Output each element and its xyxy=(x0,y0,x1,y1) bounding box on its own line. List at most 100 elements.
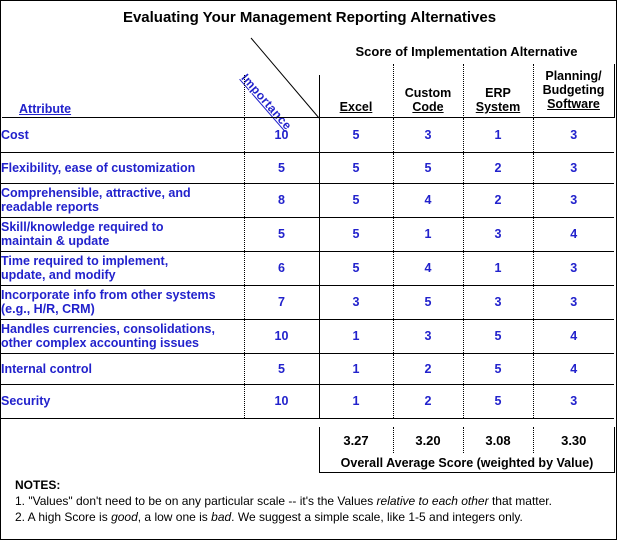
row-score-erp-system: 5 xyxy=(462,319,533,354)
importance-diagonal-header: Importance xyxy=(238,31,326,133)
total-custom-code: 3.20 xyxy=(392,427,463,453)
row-importance-value: 6 xyxy=(243,251,319,286)
row-score-custom-code: 5 xyxy=(392,152,463,184)
row-score-excel: 5 xyxy=(318,251,393,286)
scoring-table-body: Cost 10 5 3 1 3 Flexibility, ease of customiza… xyxy=(1,118,614,419)
row-attribute-line2: readable reports xyxy=(1,200,99,214)
row-score-planning-budgeting: 4 xyxy=(532,217,614,252)
row-attribute-line2: update, and modify xyxy=(1,268,116,282)
row-score-erp-system: 2 xyxy=(462,152,533,184)
note-2-part-b: , a low one is xyxy=(137,510,212,524)
evaluation-matrix-page: Evaluating Your Management Reporting Alt… xyxy=(0,0,617,540)
row-score-excel: 5 xyxy=(318,183,393,218)
column-header-erp-system: ERP System xyxy=(463,86,533,114)
row-attribute-line2: (e.g., H/R, CRM) xyxy=(1,302,95,316)
row-attribute-line2: other complex accounting issues xyxy=(1,336,199,350)
note-2-italic-1: good xyxy=(111,510,138,524)
row-importance-value: 5 xyxy=(243,217,319,252)
row-attribute-label: Comprehensible, attractive, and readable … xyxy=(1,183,244,218)
scoring-table: Cost 10 5 3 1 3 Flexibility, ease of customiza… xyxy=(1,118,614,419)
average-box-bottom-edge xyxy=(319,472,615,473)
row-attribute-label: Flexibility, ease of customization xyxy=(1,152,244,184)
row-score-custom-code: 3 xyxy=(392,118,463,153)
row-attribute-line1: Comprehensible, attractive, and xyxy=(1,186,191,200)
total-erp-system: 3.08 xyxy=(462,427,533,453)
totals-blank-cell xyxy=(1,427,319,453)
row-score-planning-budgeting: 4 xyxy=(532,353,614,385)
row-attribute-line1: Flexibility, ease of customization xyxy=(1,160,196,175)
total-planning-budgeting: 3.30 xyxy=(532,427,614,453)
score-group-header: Score of Implementation Alternative xyxy=(355,44,578,59)
row-score-custom-code: 2 xyxy=(392,384,463,419)
table-row: Security 10 1 2 5 3 xyxy=(1,384,614,419)
row-score-planning-budgeting: 4 xyxy=(532,319,614,354)
column-header-erp-system-line2: System xyxy=(475,100,521,114)
row-score-erp-system: 1 xyxy=(462,251,533,286)
note-1-part-a: 1. "Values" don't need to be on any part… xyxy=(15,494,377,508)
attribute-column-header: Attribute xyxy=(19,102,72,116)
row-score-excel: 3 xyxy=(318,285,393,320)
row-score-excel: 5 xyxy=(318,152,393,184)
row-attribute-label: Time required to implement, update, and m… xyxy=(1,251,244,286)
row-importance-value: 10 xyxy=(243,118,319,153)
row-score-planning-budgeting: 3 xyxy=(532,183,614,218)
notes-heading: NOTES: xyxy=(15,478,61,492)
row-score-custom-code: 3 xyxy=(392,319,463,354)
column-header-planning-budgeting: Planning/ Budgeting Software xyxy=(533,69,614,111)
average-score-caption: Overall Average Score (weighted by Value… xyxy=(340,456,594,470)
table-row: Internal control 5 1 2 5 4 xyxy=(1,353,614,385)
table-row: Flexibility, ease of customization 5 5 5 2 3 xyxy=(1,152,614,184)
table-row: Handles currencies, consolidations, other… xyxy=(1,319,614,354)
row-score-custom-code: 2 xyxy=(392,353,463,385)
row-attribute-label: Incorporate info from other systems (e.g.… xyxy=(1,285,244,320)
note-2-italic-2: bad xyxy=(211,510,232,524)
note-1-italic: relative to each other xyxy=(376,494,489,508)
column-header-custom-code-line1: Custom xyxy=(404,86,452,100)
row-importance-value: 8 xyxy=(243,183,319,218)
row-importance-value: 7 xyxy=(243,285,319,320)
notes-block: NOTES: 1. "Values" don't need to be on a… xyxy=(15,477,552,525)
row-attribute-line1: Incorporate info from other systems xyxy=(1,288,216,302)
row-attribute-line1: Time required to implement, xyxy=(1,254,169,268)
note-2: 2. A high Score is good, a low one is ba… xyxy=(15,509,552,525)
row-score-planning-budgeting: 3 xyxy=(532,152,614,184)
row-score-excel: 1 xyxy=(318,353,393,385)
row-attribute-label: Internal control xyxy=(1,353,244,385)
table-row: Time required to implement, update, and m… xyxy=(1,251,614,286)
column-header-excel-label: Excel xyxy=(339,100,373,114)
row-score-planning-budgeting: 3 xyxy=(532,118,614,153)
row-score-planning-budgeting: 3 xyxy=(532,251,614,286)
row-attribute-label: Security xyxy=(1,384,244,419)
table-row: Comprehensible, attractive, and readable … xyxy=(1,183,614,218)
row-score-excel: 1 xyxy=(318,384,393,419)
row-attribute-line2: maintain & update xyxy=(1,234,110,248)
header-divider-importance xyxy=(244,75,245,118)
row-attribute-label: Skill/knowledge required to maintain & up… xyxy=(1,217,244,252)
row-score-erp-system: 5 xyxy=(462,353,533,385)
row-score-planning-budgeting: 3 xyxy=(532,285,614,320)
row-attribute-line1: Handles currencies, consolidations, xyxy=(1,322,215,336)
row-score-custom-code: 4 xyxy=(392,251,463,286)
row-attribute-line1: Security xyxy=(1,394,51,408)
row-attribute-line1: Internal control xyxy=(1,361,92,376)
table-row: Incorporate info from other systems (e.g.… xyxy=(1,285,614,320)
total-excel: 3.27 xyxy=(318,427,393,453)
note-1-part-b: that matter. xyxy=(488,494,552,508)
column-header-planning-line1: Planning/ xyxy=(545,69,602,83)
row-score-excel: 5 xyxy=(318,217,393,252)
row-score-erp-system: 3 xyxy=(462,217,533,252)
row-score-excel: 5 xyxy=(318,118,393,153)
note-2-part-c: . We suggest a simple scale, like 1-5 an… xyxy=(231,510,523,524)
row-attribute-line1: Skill/knowledge required to xyxy=(1,220,164,234)
row-attribute-label: Handles currencies, consolidations, other… xyxy=(1,319,244,354)
page-title: Evaluating Your Management Reporting Alt… xyxy=(122,9,497,26)
column-header-excel: Excel xyxy=(319,100,393,114)
column-header-planning-line3: Software xyxy=(547,97,600,111)
column-header-custom-code: Custom Code xyxy=(393,86,463,114)
row-attribute-line1: Cost xyxy=(1,127,29,142)
column-header-custom-code-line2: Code xyxy=(412,100,444,114)
row-score-erp-system: 1 xyxy=(462,118,533,153)
row-importance-value: 10 xyxy=(243,384,319,419)
header-divider-right-edge xyxy=(614,64,615,118)
totals-row-wrapper: 3.27 3.20 3.08 3.30 xyxy=(1,427,616,453)
